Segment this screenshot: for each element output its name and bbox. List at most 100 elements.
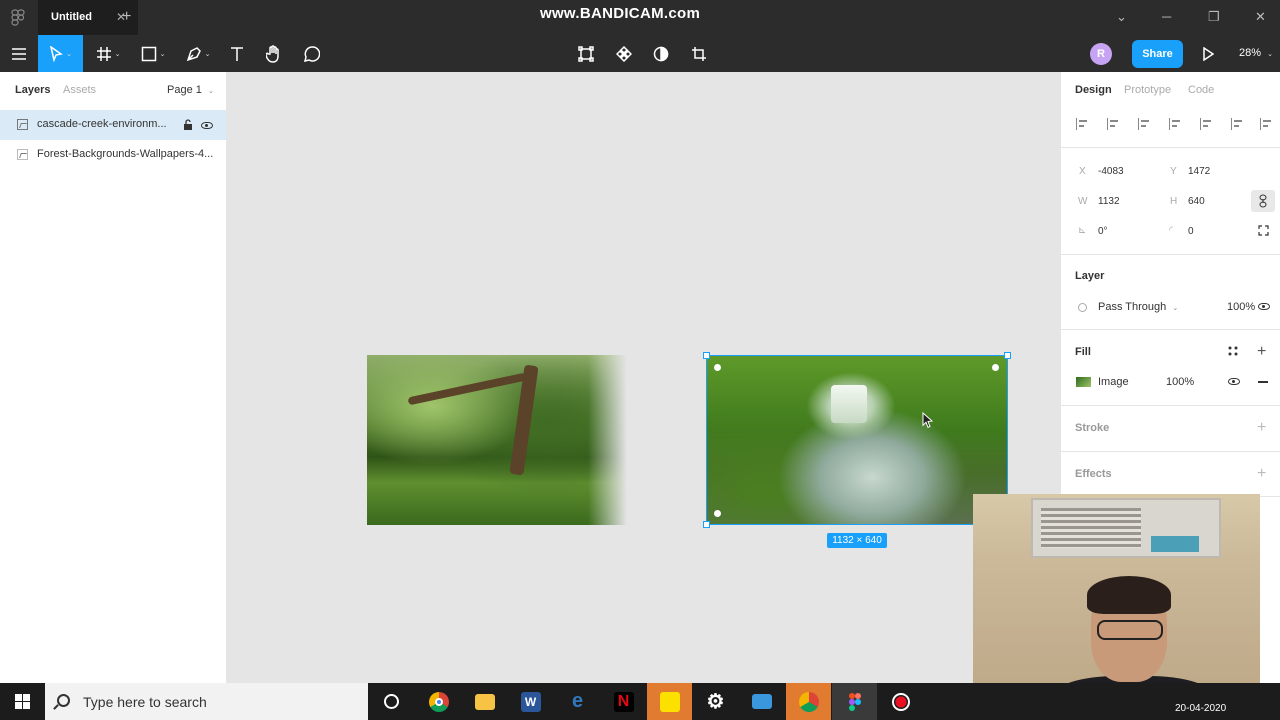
y-label: Y: [1170, 166, 1177, 177]
air-conditioner: [1031, 498, 1221, 558]
shape-tool-button[interactable]: ⌄: [133, 35, 173, 72]
align-left-icon[interactable]: [1076, 118, 1088, 130]
minimize-button[interactable]: ─: [1162, 9, 1171, 24]
chevron-down-icon: ⌄: [207, 88, 214, 95]
sticky-notes-button[interactable]: [647, 683, 692, 720]
rotation-input[interactable]: 0°: [1098, 226, 1108, 237]
page-selector[interactable]: Page 1 ⌄: [167, 84, 214, 96]
chevron-down-icon: ⌄: [1267, 51, 1273, 58]
forest-background-image[interactable]: [367, 355, 627, 525]
word-button[interactable]: W: [508, 683, 553, 720]
comment-tool-button[interactable]: [297, 35, 327, 72]
sticky-notes-icon: [659, 691, 680, 712]
layer-row[interactable]: cascade-creek-environm...: [0, 110, 226, 140]
text-tool-button[interactable]: [222, 35, 252, 72]
remove-fill-icon[interactable]: [1258, 381, 1268, 383]
pen-tool-button[interactable]: ⌄: [178, 35, 218, 72]
netflix-button[interactable]: N: [601, 683, 646, 720]
width-input[interactable]: 1132: [1098, 196, 1120, 207]
unlock-icon[interactable]: [183, 119, 193, 130]
x-input[interactable]: -4083: [1098, 166, 1124, 177]
photos-button[interactable]: [739, 683, 784, 720]
align-horizontal-center-icon[interactable]: [1107, 118, 1119, 130]
figma-button[interactable]: [832, 683, 877, 720]
tab-assets[interactable]: Assets: [63, 84, 96, 96]
settings-button[interactable]: ⚙: [693, 683, 738, 720]
restore-button[interactable]: ❐: [1208, 9, 1220, 25]
resize-handle-top-left[interactable]: [703, 352, 710, 359]
start-button[interactable]: [0, 683, 45, 720]
y-input[interactable]: 1472: [1188, 166, 1210, 177]
constrain-proportions-button[interactable]: [1251, 190, 1275, 212]
effects-section-title: Effects: [1075, 468, 1112, 480]
resize-handle-top-right[interactable]: [1004, 352, 1011, 359]
eye-icon[interactable]: [1258, 303, 1270, 310]
add-stroke-icon[interactable]: +: [1257, 420, 1266, 436]
new-tab-button[interactable]: +: [122, 8, 131, 26]
chevron-down-icon[interactable]: ⌄: [1116, 9, 1127, 25]
cortana-button[interactable]: [369, 683, 414, 720]
layer-section-title: Layer: [1075, 270, 1105, 282]
avatar[interactable]: R: [1090, 43, 1112, 65]
chrome-profile-button[interactable]: [786, 683, 831, 720]
close-window-button[interactable]: ✕: [1255, 9, 1266, 25]
fill-opacity-input[interactable]: 100%: [1166, 376, 1194, 388]
corner-radius-handle[interactable]: [992, 364, 999, 371]
corner-radius-input[interactable]: 0: [1188, 226, 1194, 237]
hand-tool-button[interactable]: [259, 35, 289, 72]
add-effect-icon[interactable]: +: [1257, 466, 1266, 482]
align-top-icon[interactable]: [1169, 118, 1181, 130]
share-button[interactable]: Share: [1132, 40, 1183, 68]
corner-radius-handle[interactable]: [714, 364, 721, 371]
main-menu-button[interactable]: [0, 35, 37, 72]
add-fill-icon[interactable]: +: [1257, 344, 1266, 360]
frame-tool-button[interactable]: ⌄: [88, 35, 128, 72]
move-tool-button[interactable]: ⌄: [38, 35, 83, 72]
align-vertical-center-icon[interactable]: [1200, 118, 1212, 130]
blend-mode-dropdown[interactable]: Pass Through ⌄: [1098, 301, 1178, 313]
zoom-dropdown[interactable]: 28% ⌄: [1239, 47, 1273, 59]
settings-icon: ⚙: [706, 691, 725, 713]
tab-prototype[interactable]: Prototype: [1124, 84, 1171, 96]
distribute-icon[interactable]: [1260, 118, 1272, 130]
webcam-overlay: [973, 494, 1260, 710]
layer-opacity-input[interactable]: 100%: [1227, 301, 1255, 313]
search-placeholder: Type here to search: [83, 694, 207, 710]
tab-design[interactable]: Design: [1075, 84, 1112, 96]
resize-handle-bottom-left[interactable]: [703, 521, 710, 528]
taskbar-search[interactable]: Type here to search: [45, 683, 368, 720]
align-right-icon[interactable]: [1138, 118, 1150, 130]
height-input[interactable]: 640: [1188, 196, 1205, 207]
component-button[interactable]: [609, 35, 639, 72]
edge-button[interactable]: e: [555, 683, 600, 720]
layer-row[interactable]: Forest-Backgrounds-Wallpapers-4...: [0, 140, 226, 170]
divider: [1061, 254, 1280, 255]
crop-button[interactable]: [684, 35, 714, 72]
independent-corners-icon[interactable]: [1258, 225, 1269, 236]
fill-styles-icon[interactable]: [1228, 346, 1238, 356]
cursor-icon: [50, 45, 63, 62]
corner-radius-handle[interactable]: [714, 510, 721, 517]
tree-branch: [407, 372, 527, 406]
present-button[interactable]: [1193, 35, 1223, 72]
image-fill-swatch[interactable]: [1076, 377, 1091, 387]
file-tab-title: Untitled: [51, 11, 92, 23]
edit-object-button[interactable]: [571, 35, 601, 72]
text-icon: [231, 46, 243, 61]
fill-type[interactable]: Image: [1098, 376, 1129, 388]
page-label: Page 1: [167, 84, 202, 96]
chevron-down-icon: ⌄: [204, 50, 211, 58]
eye-icon[interactable]: [201, 122, 213, 129]
tab-layers[interactable]: Layers: [15, 84, 50, 96]
file-explorer-button[interactable]: [462, 683, 507, 720]
eye-icon[interactable]: [1228, 378, 1240, 385]
mask-button[interactable]: [646, 35, 676, 72]
align-bottom-icon[interactable]: [1231, 118, 1243, 130]
title-bar: Untitled ✕ + www.BANDICAM.com ⌄ ─ ❐ ✕: [0, 0, 1280, 35]
w-label: W: [1078, 196, 1088, 207]
figma-menu-icon[interactable]: [11, 9, 25, 27]
chrome-button[interactable]: [416, 683, 461, 720]
corner-radius-icon: ◜: [1169, 225, 1173, 236]
tab-code[interactable]: Code: [1188, 84, 1214, 96]
bandicam-button[interactable]: [878, 683, 923, 720]
